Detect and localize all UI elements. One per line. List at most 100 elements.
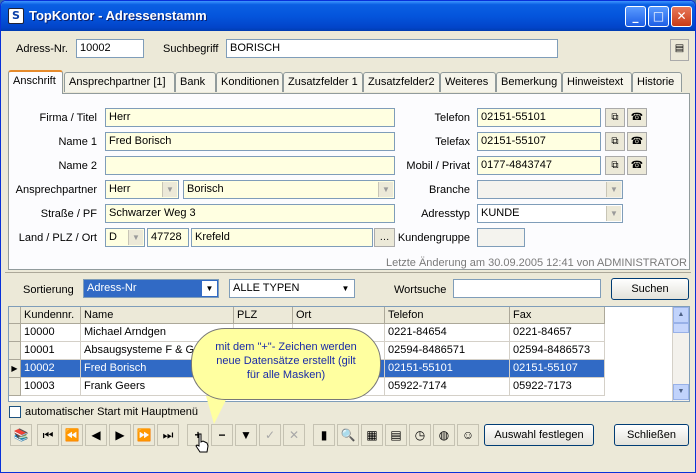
dropdown-icon[interactable]: ▼ bbox=[235, 424, 257, 446]
cell-telefon: 05922-7174 bbox=[385, 378, 510, 396]
tab-zusatzfelder1[interactable]: Zusatzfelder 1 bbox=[283, 72, 363, 92]
chevron-down-icon[interactable]: ▼ bbox=[606, 182, 621, 197]
telefon-field[interactable]: 02151-55101 bbox=[477, 108, 601, 127]
books-icon[interactable]: 📚 bbox=[10, 424, 32, 446]
tab-bemerkung[interactable]: Bemerkung bbox=[496, 72, 562, 92]
phone-icon[interactable]: ☎ bbox=[627, 132, 647, 151]
adresstyp-value: KUNDE bbox=[481, 207, 520, 219]
people-icon[interactable]: ☺ bbox=[457, 424, 479, 446]
tab-anschrift[interactable]: Anschrift bbox=[8, 70, 63, 94]
ansprech-name-combo[interactable]: Borisch ▼ bbox=[183, 180, 395, 199]
check-icon[interactable]: ✓ bbox=[259, 424, 281, 446]
plz-field[interactable]: 47728 bbox=[147, 228, 189, 247]
wortsuche-input[interactable] bbox=[453, 279, 601, 298]
next-page-icon[interactable]: ⏩ bbox=[133, 424, 155, 446]
prev-record-icon[interactable]: ◀ bbox=[85, 424, 107, 446]
scroll-up-icon[interactable]: ▲ bbox=[673, 307, 689, 323]
kundengruppe-field[interactable] bbox=[477, 228, 525, 247]
cell-telefon: 0221-84654 bbox=[385, 324, 510, 342]
phone-icon[interactable]: ☎ bbox=[627, 156, 647, 175]
scroll-thumb[interactable] bbox=[673, 323, 689, 333]
name1-field[interactable]: Fred Borisch bbox=[105, 132, 395, 151]
document-icon[interactable]: ▤ bbox=[385, 424, 407, 446]
auswahl-festlegen-button[interactable]: Auswahl festlegen bbox=[484, 424, 594, 446]
clock-icon[interactable]: ◷ bbox=[409, 424, 431, 446]
adresstyp-combo[interactable]: KUNDE ▼ bbox=[477, 204, 623, 223]
chevron-down-icon[interactable]: ▼ bbox=[162, 182, 177, 197]
globe-icon[interactable]: ◍ bbox=[433, 424, 455, 446]
hand-cursor-icon bbox=[195, 433, 209, 453]
wortsuche-label: Wortsuche bbox=[394, 284, 447, 296]
scroll-down-icon[interactable]: ▼ bbox=[673, 384, 689, 400]
prev-page-icon[interactable]: ⏪ bbox=[61, 424, 83, 446]
suchen-button[interactable]: Suchen bbox=[611, 278, 689, 300]
maximize-button[interactable]: □ bbox=[648, 6, 669, 27]
column-header-fax[interactable]: Fax bbox=[510, 307, 605, 324]
column-header-kundennr[interactable]: Kundennr. bbox=[21, 307, 81, 324]
adress-nr-label: Adress-Nr. bbox=[16, 43, 68, 55]
app-icon[interactable]: S bbox=[8, 8, 24, 24]
next-record-icon[interactable]: ▶ bbox=[109, 424, 131, 446]
cell-kundennr: 10003 bbox=[21, 378, 81, 396]
column-header-telefon[interactable]: Telefon bbox=[385, 307, 510, 324]
close-button[interactable]: ✕ bbox=[671, 6, 692, 27]
chevron-down-icon[interactable]: ▼ bbox=[378, 182, 393, 197]
print-preview-icon[interactable]: 🔍 bbox=[337, 424, 359, 446]
chevron-down-icon[interactable]: ▼ bbox=[128, 230, 143, 245]
card-icon[interactable]: ▤ bbox=[670, 39, 689, 61]
tab-zusatzfelder2[interactable]: Zusatzfelder2 bbox=[363, 72, 440, 92]
ansprech-anrede-combo[interactable]: Herr ▼ bbox=[105, 180, 179, 199]
tab-historie[interactable]: Historie bbox=[632, 72, 682, 92]
strasse-field[interactable]: Schwarzer Weg 3 bbox=[105, 204, 395, 223]
adress-nr-field[interactable]: 10002 bbox=[76, 39, 144, 58]
chevron-down-icon[interactable]: ▼ bbox=[606, 206, 621, 221]
copy-icon[interactable]: ⧉ bbox=[605, 156, 625, 175]
phone-icon[interactable]: ☎ bbox=[627, 108, 647, 127]
typ-combo[interactable]: ALLE TYPEN ▼ bbox=[229, 279, 355, 298]
column-header-ort[interactable]: Ort bbox=[293, 307, 385, 324]
cancel-icon[interactable]: ✕ bbox=[283, 424, 305, 446]
column-header-name[interactable]: Name bbox=[81, 307, 234, 324]
minimize-button[interactable]: _ bbox=[625, 6, 646, 27]
chevron-down-icon[interactable]: ▼ bbox=[202, 281, 217, 296]
tooltip-text: mit dem "+"- Zeichen werden neue Datensä… bbox=[215, 341, 357, 381]
adresstyp-label: Adresstyp bbox=[421, 208, 470, 220]
name2-field[interactable] bbox=[105, 156, 395, 175]
folder-icon[interactable]: ▮ bbox=[313, 424, 335, 446]
ort-field[interactable]: Krefeld bbox=[191, 228, 373, 247]
cell-telefon: 02594-8486571 bbox=[385, 342, 510, 360]
schliessen-button[interactable]: Schließen bbox=[614, 424, 689, 446]
tab-konditionen[interactable]: Konditionen bbox=[216, 72, 283, 92]
ansprech-anrede-value: Herr bbox=[109, 183, 131, 195]
telefax-label: Telefax bbox=[435, 136, 470, 148]
autostart-checkbox[interactable] bbox=[9, 406, 21, 418]
vertical-scrollbar[interactable]: ▲ ▼ bbox=[672, 307, 689, 401]
current-row-arrow-icon[interactable]: ▶ bbox=[9, 360, 21, 378]
copy-icon[interactable]: ⧉ bbox=[605, 132, 625, 151]
title-bar[interactable]: S TopKontor - Adressenstamm _ □ ✕ bbox=[1, 1, 695, 31]
cell-fax: 05922-7173 bbox=[510, 378, 605, 396]
mobil-field[interactable]: 0177-4843747 bbox=[477, 156, 601, 175]
ansprech-name-value: Borisch bbox=[187, 183, 224, 195]
tab-hinweistext[interactable]: Hinweistext bbox=[562, 72, 632, 92]
suchbegriff-field[interactable]: BORISCH bbox=[226, 39, 558, 58]
delete-record-button[interactable]: − bbox=[211, 424, 233, 446]
ort-lookup-button[interactable]: … bbox=[374, 228, 395, 247]
branche-combo[interactable]: ▼ bbox=[477, 180, 623, 199]
colors-icon[interactable]: ▦ bbox=[361, 424, 383, 446]
tab-ansprechpartner[interactable]: Ansprechpartner [1] bbox=[64, 72, 175, 92]
row-selector[interactable] bbox=[9, 342, 21, 360]
tab-weiteres[interactable]: Weiteres bbox=[440, 72, 496, 92]
telefax-field[interactable]: 02151-55107 bbox=[477, 132, 601, 151]
tab-bank[interactable]: Bank bbox=[175, 72, 216, 92]
row-selector[interactable] bbox=[9, 324, 21, 342]
copy-icon[interactable]: ⧉ bbox=[605, 108, 625, 127]
row-selector[interactable] bbox=[9, 378, 21, 396]
sortierung-combo[interactable]: Adress-Nr ▼ bbox=[83, 279, 219, 298]
column-header-plz[interactable]: PLZ bbox=[234, 307, 293, 324]
chevron-down-icon[interactable]: ▼ bbox=[338, 281, 353, 296]
last-record-icon[interactable]: ⏭ bbox=[157, 424, 179, 446]
land-combo[interactable]: D ▼ bbox=[105, 228, 145, 247]
firma-field[interactable]: Herr bbox=[105, 108, 395, 127]
first-record-icon[interactable]: ⏮ bbox=[37, 424, 59, 446]
